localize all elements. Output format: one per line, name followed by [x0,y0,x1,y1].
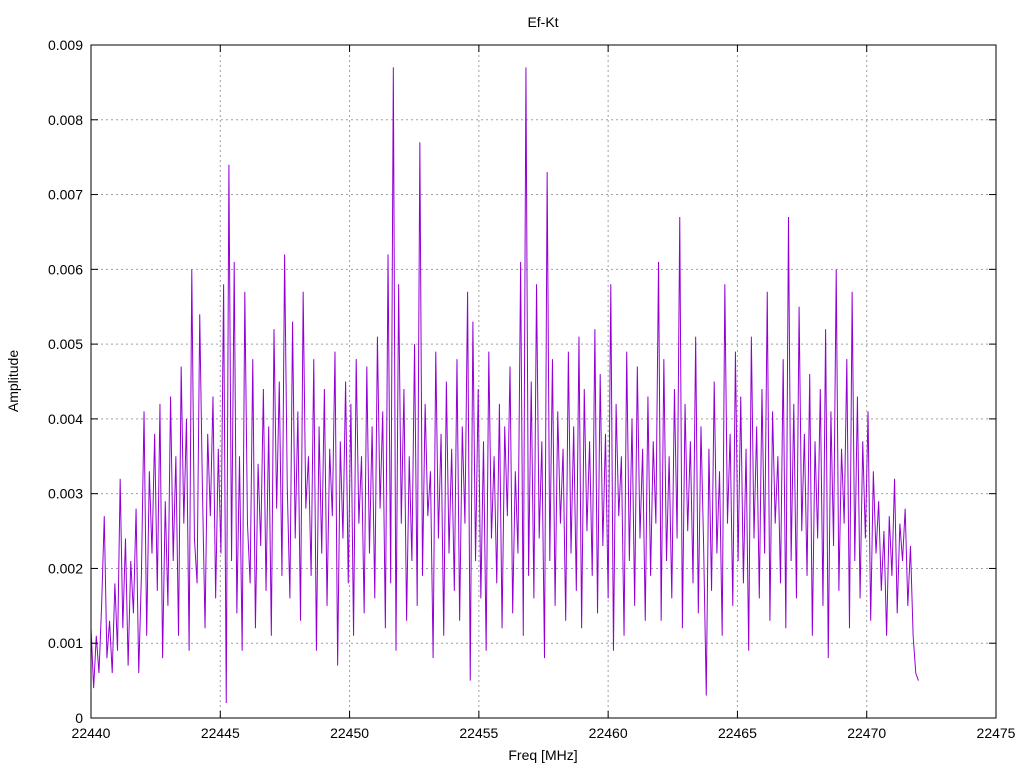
y-tick-label: 0 [75,710,83,726]
x-tick-label: 22470 [847,725,886,741]
series-layer [90,67,919,704]
y-tick-label: 0.008 [48,112,83,128]
y-tick-label: 0.009 [48,37,83,53]
x-tick-label: 22440 [72,725,111,741]
y-tick-label: 0.002 [48,560,83,576]
x-axis-label: Freq [MHz] [508,747,577,763]
y-tick-label: 0.004 [48,411,83,427]
series-line [90,67,919,704]
y-tick-label: 0.003 [48,486,83,502]
x-tick-label: 22460 [589,725,628,741]
y-axis-label: Amplitude [5,350,21,412]
y-tick-label: 0.007 [48,187,83,203]
x-tick-label: 22465 [718,725,757,741]
y-tick-label: 0.001 [48,635,83,651]
amplitude-spectrum-chart: 0 0.001 0.002 0.003 0.004 0.005 0.006 0.007 0.00… [5,14,1016,763]
x-tick-label: 22445 [201,725,240,741]
chart-title: Ef-Kt [527,14,558,30]
x-tick-label: 22450 [330,725,369,741]
y-tick-label: 0.005 [48,336,83,352]
y-tick-label: 0.006 [48,261,83,277]
x-tick-label: 22455 [459,725,498,741]
x-tick-label: 22475 [977,725,1016,741]
